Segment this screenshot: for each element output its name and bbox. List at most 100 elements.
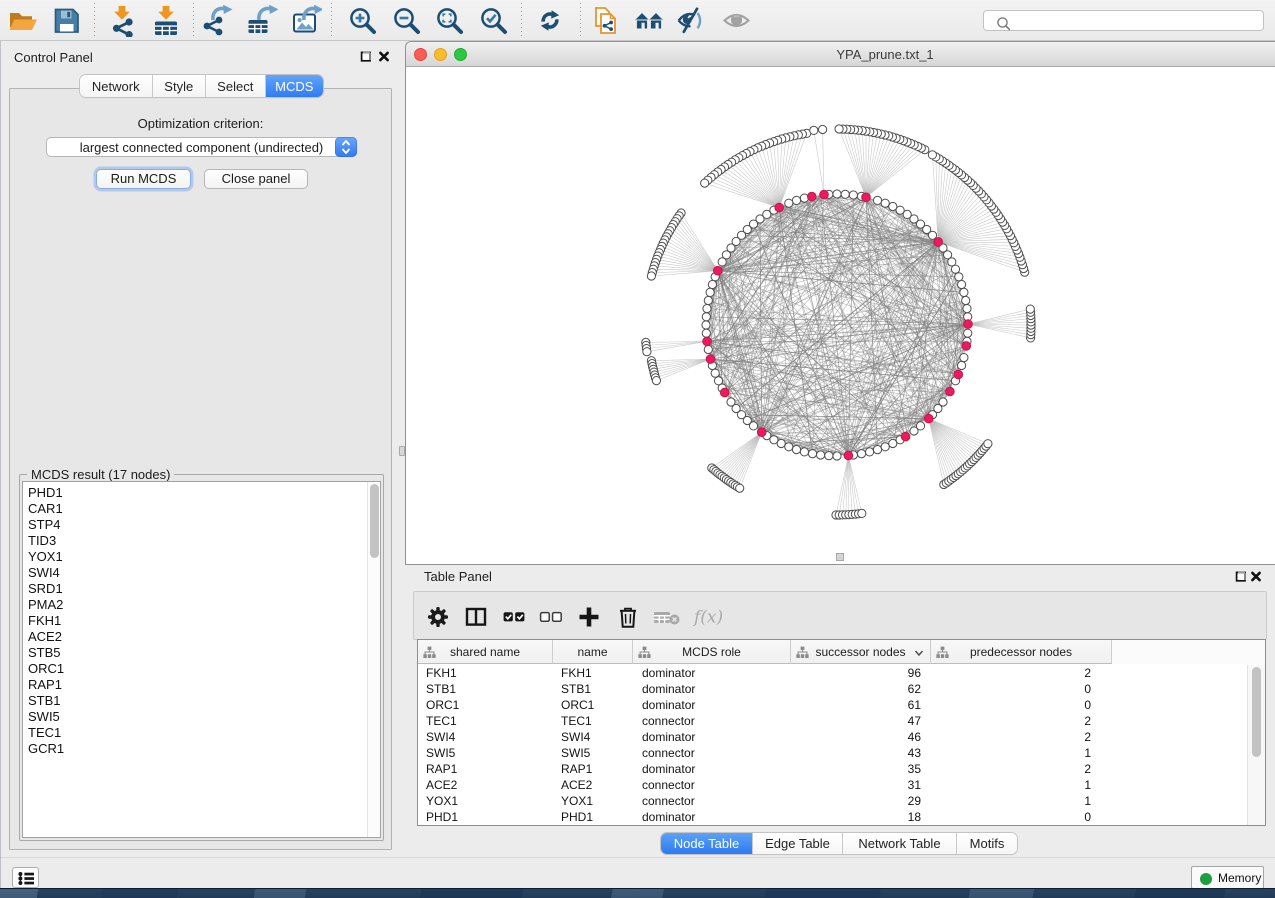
table-row[interactable]: STB1STB1dominator620 xyxy=(418,681,1247,697)
mcds-result-item[interactable]: ORC1 xyxy=(23,661,366,677)
scrollbar-thumb[interactable] xyxy=(370,484,379,558)
cell-MCDS-role: dominator xyxy=(633,809,791,825)
tab-edge-table[interactable]: Edge Table xyxy=(753,833,843,854)
table-row[interactable]: PHD1PHD1dominator180 xyxy=(418,809,1247,825)
float-window-button[interactable] xyxy=(1235,570,1247,582)
cell-name: SWI4 xyxy=(553,729,633,745)
table-row[interactable]: ORC1ORC1dominator610 xyxy=(418,697,1247,713)
column-header-label: name xyxy=(577,645,607,659)
zoom-in-icon[interactable] xyxy=(347,5,379,37)
export-network-icon[interactable] xyxy=(202,5,234,37)
table-row[interactable]: ACE2ACE2connector311 xyxy=(418,777,1247,793)
hide-selected-icon[interactable] xyxy=(676,5,708,37)
add-column-icon[interactable] xyxy=(576,604,602,630)
network-canvas[interactable] xyxy=(406,67,1275,564)
deselect-all-icon[interactable] xyxy=(538,604,564,630)
show-all-icon[interactable] xyxy=(721,5,753,37)
zoom-selected-icon[interactable] xyxy=(478,5,510,37)
mcds-result-item[interactable]: SWI4 xyxy=(23,565,366,581)
tab-mcds[interactable]: MCDS xyxy=(266,75,324,97)
table-row[interactable]: FKH1FKH1dominator962 xyxy=(418,665,1247,681)
mcds-result-item[interactable]: GCR1 xyxy=(23,741,366,757)
toolbar-separator xyxy=(521,3,522,37)
export-table-icon[interactable] xyxy=(246,5,278,37)
table-row[interactable]: YOX1YOX1connector291 xyxy=(418,793,1247,809)
column-settings-icon[interactable] xyxy=(425,604,451,630)
task-history-button[interactable] xyxy=(12,867,39,888)
tab-style[interactable]: Style xyxy=(153,75,207,97)
tab-motifs[interactable]: Motifs xyxy=(957,833,1017,854)
mcds-result-item[interactable]: SWI5 xyxy=(23,709,366,725)
mcds-result-item[interactable]: STB5 xyxy=(23,645,366,661)
mcds-list-scrollbar[interactable] xyxy=(367,482,380,837)
run-mcds-button[interactable]: Run MCDS xyxy=(96,169,191,189)
tab-network[interactable]: Network xyxy=(80,75,153,97)
table-toolbar: f(x) xyxy=(413,591,1267,640)
close-window-button[interactable] xyxy=(378,50,390,62)
cell-successor-nodes: 62 xyxy=(791,681,931,697)
mcds-result-list[interactable]: PHD1CAR1STP4TID3YOX1SWI4SRD1PMA2FKH1ACE2… xyxy=(22,481,381,838)
first-neighbors-icon[interactable] xyxy=(633,5,665,37)
mcds-result-item[interactable]: STB1 xyxy=(23,693,366,709)
column-header-MCDS-role[interactable]: MCDS role xyxy=(633,640,791,664)
mcds-result-item[interactable]: FKH1 xyxy=(23,613,366,629)
maximize-traffic-light[interactable] xyxy=(454,48,467,61)
save-session-icon[interactable] xyxy=(51,5,83,37)
mcds-result-item[interactable]: CAR1 xyxy=(23,501,366,517)
network-window-titlebar: YPA_prune.txt_1 xyxy=(406,42,1275,67)
mcds-result-item[interactable]: STP4 xyxy=(23,517,366,533)
mcds-result-item[interactable]: PMA2 xyxy=(23,597,366,613)
import-table-icon[interactable] xyxy=(150,5,182,37)
zoom-out-icon[interactable] xyxy=(391,5,423,37)
duplicate-network-icon[interactable] xyxy=(590,5,622,37)
cell-predecessor-nodes: 2 xyxy=(931,761,1112,777)
cell-shared-name: TEC1 xyxy=(418,713,553,729)
zoom-fit-icon[interactable] xyxy=(434,5,466,37)
vertical-splitter-grip[interactable] xyxy=(399,446,405,456)
minimize-traffic-light[interactable] xyxy=(434,48,447,61)
select-all-icon[interactable] xyxy=(501,604,527,630)
column-header-successor-nodes[interactable]: successor nodes xyxy=(791,640,931,664)
close-window-button[interactable] xyxy=(1250,570,1262,582)
mcds-result-item[interactable]: TID3 xyxy=(23,533,366,549)
network-graph[interactable] xyxy=(406,67,1275,564)
close-traffic-light[interactable] xyxy=(414,48,427,61)
table-row[interactable]: TEC1TEC1connector472 xyxy=(418,713,1247,729)
tab-node-table[interactable]: Node Table xyxy=(661,833,753,854)
delete-column-icon[interactable] xyxy=(615,604,641,630)
tab-select[interactable]: Select xyxy=(206,75,266,97)
cell-shared-name: FKH1 xyxy=(418,665,553,681)
apply-layout-icon[interactable] xyxy=(534,5,566,37)
column-header-name[interactable]: name xyxy=(553,640,633,664)
cell-successor-nodes: 35 xyxy=(791,761,931,777)
close-panel-button[interactable]: Close panel xyxy=(204,169,308,189)
desktop-wallpaper xyxy=(0,888,1275,898)
memory-button[interactable]: Memory xyxy=(1191,866,1264,889)
table-row[interactable]: SWI4SWI4dominator462 xyxy=(418,729,1247,745)
column-header-shared-name[interactable]: shared name xyxy=(418,640,553,664)
criterion-select[interactable]: largest connected component (undirected) xyxy=(46,137,357,157)
cell-name: TEC1 xyxy=(553,713,633,729)
mcds-result-item[interactable]: PHD1 xyxy=(23,485,366,501)
cell-predecessor-nodes: 2 xyxy=(931,665,1112,681)
mcds-result-item[interactable]: YOX1 xyxy=(23,549,366,565)
mcds-result-item[interactable]: RAP1 xyxy=(23,677,366,693)
export-image-icon[interactable] xyxy=(290,5,322,37)
mcds-result-item[interactable]: ACE2 xyxy=(23,629,366,645)
tab-network-table[interactable]: Network Table xyxy=(843,833,957,854)
float-window-button[interactable] xyxy=(360,50,372,62)
column-header-predecessor-nodes[interactable]: predecessor nodes xyxy=(931,640,1112,664)
horizontal-splitter-grip[interactable] xyxy=(836,553,844,561)
table-row[interactable]: RAP1RAP1dominator352 xyxy=(418,761,1247,777)
cell-successor-nodes: 96 xyxy=(791,665,931,681)
open-file-icon[interactable] xyxy=(7,5,39,37)
search-input[interactable] xyxy=(983,10,1264,31)
scrollbar-thumb[interactable] xyxy=(1252,667,1261,757)
table-scrollbar[interactable] xyxy=(1247,665,1265,825)
mcds-result-item[interactable]: TEC1 xyxy=(23,725,366,741)
split-panel-icon[interactable] xyxy=(463,604,489,630)
table-row[interactable]: SWI5SWI5connector431 xyxy=(418,745,1247,761)
mcds-result-item[interactable]: SRD1 xyxy=(23,581,366,597)
import-network-icon[interactable] xyxy=(107,5,139,37)
cell-name: PHD1 xyxy=(553,809,633,825)
